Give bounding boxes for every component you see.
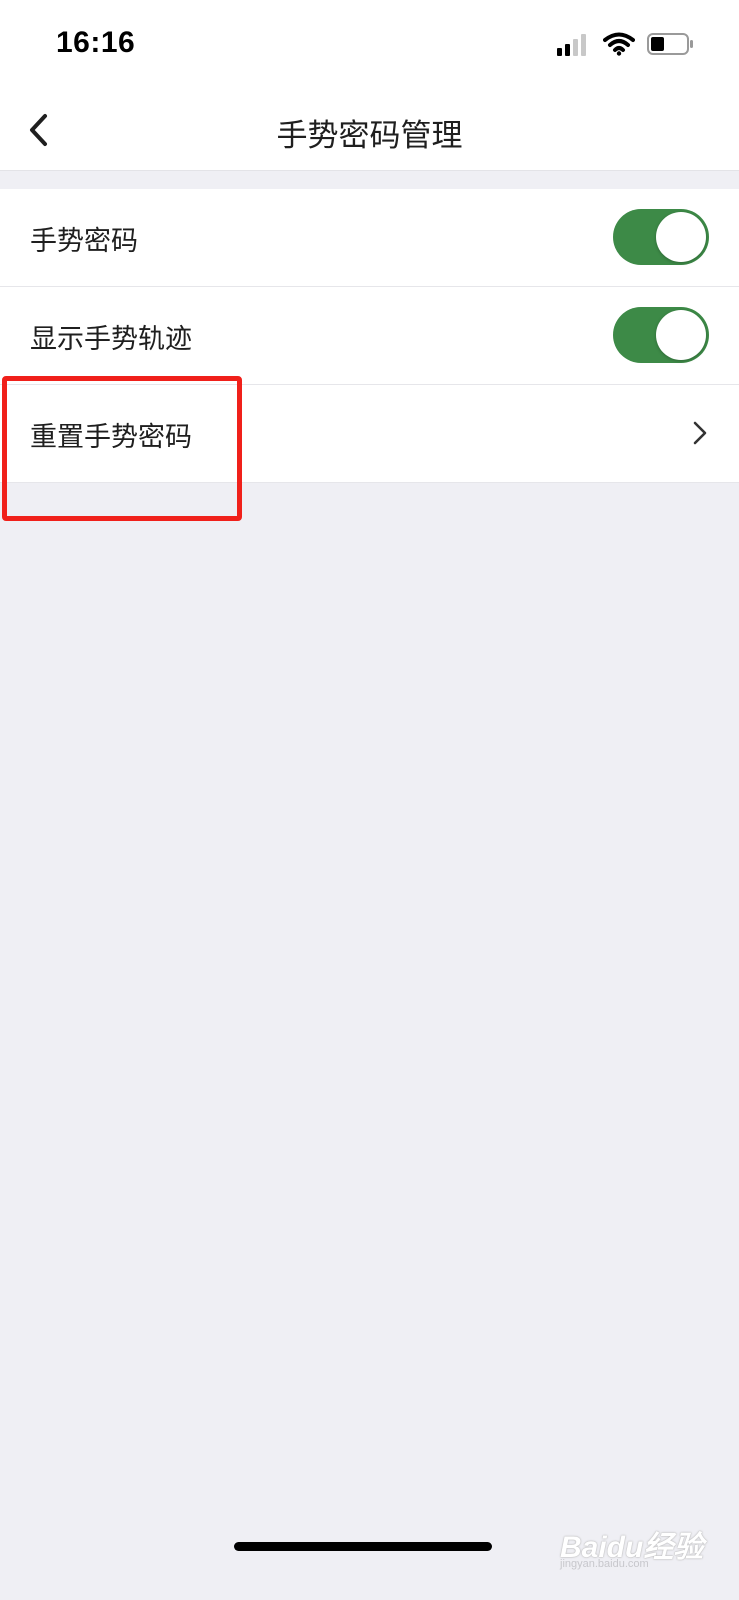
row-label: 显示手势轨迹 — [30, 324, 192, 355]
home-indicator[interactable] — [234, 1542, 492, 1551]
settings-row-gesture-password: 手势密码 — [0, 189, 739, 287]
show-gesture-trail-toggle[interactable] — [613, 307, 709, 363]
row-label: 手势密码 — [30, 226, 138, 257]
toggle-knob — [656, 212, 706, 262]
chevron-right-icon — [693, 421, 707, 445]
wifi-icon — [603, 32, 635, 56]
nav-bar: 手势密码管理 — [0, 92, 739, 171]
baidu-jingyan-watermark: Baidu经验 jingyan.baidu.com — [560, 1520, 730, 1576]
status-time: 16:16 — [56, 26, 136, 59]
gesture-password-toggle[interactable] — [613, 209, 709, 265]
page-title: 手势密码管理 — [276, 118, 463, 154]
toggle-knob — [656, 310, 706, 360]
signal-icon — [557, 32, 589, 56]
status-icons — [557, 32, 695, 56]
status-bar: 16:16 — [0, 0, 739, 92]
row-label: 重置手势密码 — [30, 422, 192, 453]
watermark-url: jingyan.baidu.com — [560, 1558, 649, 1570]
settings-row-show-gesture-trail: 显示手势轨迹 — [0, 287, 739, 385]
battery-icon — [647, 33, 693, 55]
settings-group: 手势密码 显示手势轨迹 重置手势密码 — [0, 189, 739, 483]
settings-row-reset-gesture-password[interactable]: 重置手势密码 — [0, 385, 739, 483]
